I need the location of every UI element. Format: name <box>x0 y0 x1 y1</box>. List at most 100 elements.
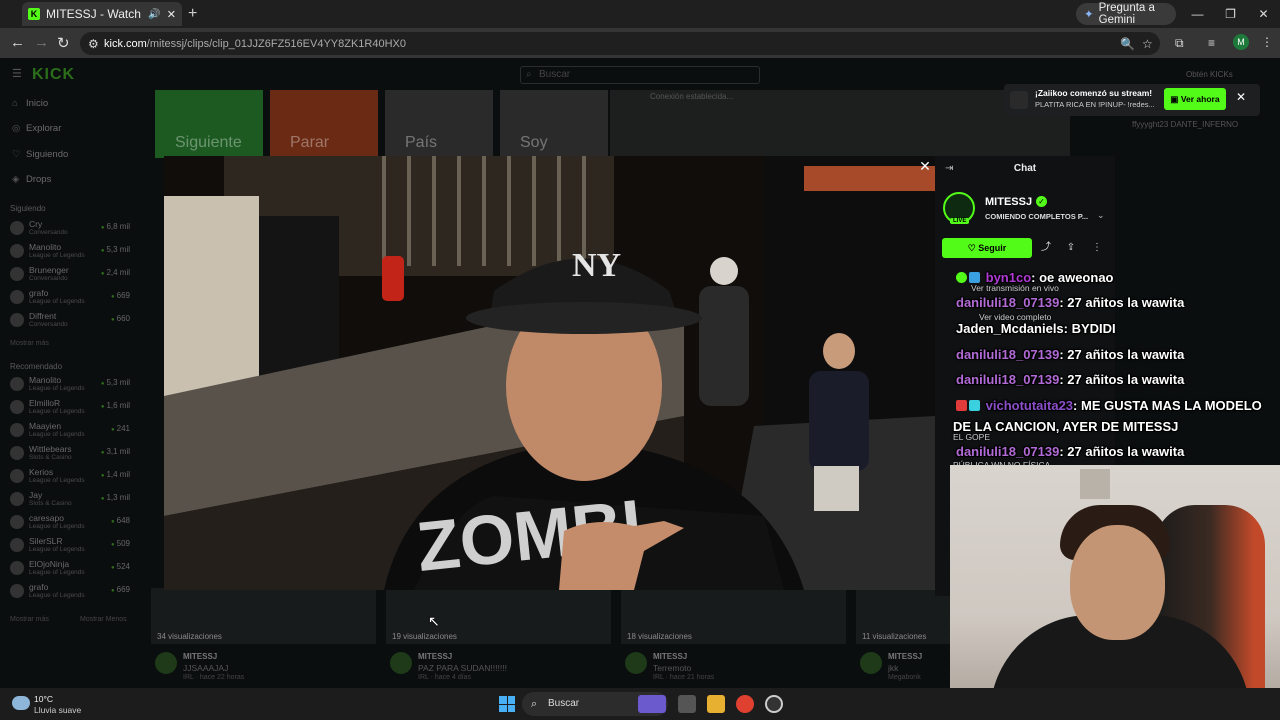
channel-row[interactable]: KeriosLeague of Legends 1,4 mil <box>10 466 130 486</box>
windows-start-icon[interactable] <box>499 696 515 712</box>
address-bar[interactable]: ⚙ kick.com/mitessj/clips/clip_01JJZ6FZ51… <box>80 32 1160 55</box>
app-icon[interactable] <box>765 695 783 713</box>
browser-tab[interactable]: K MITESSJ - Watch clips on Ki 🔊 ✕ <box>22 2 182 26</box>
chat-username[interactable]: daniluli18_07139 <box>956 295 1059 310</box>
channel-row[interactable]: ManolitoLeague of Legends 5,3 mil <box>10 241 130 261</box>
channel-row[interactable]: JaySlots & Casino 1,3 mil <box>10 489 130 509</box>
notification-title: ¡Zaiikoo comenzó su stream! <box>1035 88 1153 98</box>
new-tab-button[interactable]: + <box>188 5 197 23</box>
live-badge: LIVE <box>950 218 970 224</box>
clip-card[interactable]: 34 visualizaciones MITESSJ JJSAAAJAJ IRL… <box>151 588 376 688</box>
channel-row[interactable]: grafoLeague of Legends 669 <box>10 287 130 307</box>
weather-icon[interactable] <box>12 696 30 710</box>
tab-close-icon[interactable]: ✕ <box>167 8 176 21</box>
weather-temp[interactable]: 10°C <box>34 694 53 704</box>
nav-siguiendo[interactable]: ♡ Siguiendo <box>12 149 68 160</box>
file-explorer-icon[interactable] <box>707 695 725 713</box>
profile-avatar[interactable]: M <box>1233 34 1249 50</box>
clip-channel[interactable]: MITESSJ <box>888 652 922 661</box>
channel-row[interactable]: CryConversando 6,8 mil <box>10 218 130 238</box>
person-face <box>1070 525 1165 640</box>
clip-channel[interactable]: MITESSJ <box>183 652 217 661</box>
show-less-link[interactable]: Mostrar Menos <box>80 616 127 623</box>
menu-kebab-icon[interactable]: ⋮ <box>1261 35 1273 49</box>
channel-row[interactable]: caresapoLeague of Legends 648 <box>10 512 130 532</box>
chevron-down-icon[interactable]: ⌄ <box>1097 210 1105 221</box>
chat-username[interactable]: daniluli18_07139 <box>956 372 1059 387</box>
channel-row[interactable]: MaayienLeague of Legends 241 <box>10 420 130 440</box>
clip-title[interactable]: Terremoto <box>653 663 691 673</box>
task-view-icon[interactable] <box>678 695 696 713</box>
modal-close-icon[interactable]: ✕ <box>917 158 933 174</box>
weather-condition[interactable]: Lluvia suave <box>34 705 81 715</box>
clip-title[interactable]: PAZ PARA SUDAN!!!!!!! <box>418 663 507 673</box>
avatar[interactable] <box>860 652 882 674</box>
audio-icon[interactable]: 🔊 <box>148 9 160 20</box>
kick-logo[interactable]: KICK <box>32 66 75 84</box>
notification-close-icon[interactable]: ✕ <box>1236 90 1246 104</box>
forward-icon[interactable]: → <box>34 34 49 51</box>
clip-card[interactable]: 19 visualizaciones MITESSJ PAZ PARA SUDA… <box>386 588 611 688</box>
channel-row[interactable]: ManolitoLeague of Legends 5,3 mil <box>10 374 130 394</box>
chat-username[interactable]: daniluli18_07139 <box>956 347 1059 362</box>
channel-row[interactable]: grafoLeague of Legends 669 <box>10 581 130 601</box>
clip-channel[interactable]: MITESSJ <box>653 652 687 661</box>
media-icon[interactable]: ≡ <box>1208 36 1215 50</box>
channel-game: Conversando <box>29 321 68 328</box>
chat-title: Chat <box>1013 163 1037 174</box>
avatar[interactable] <box>155 652 177 674</box>
window-close-button[interactable]: ✕ <box>1247 0 1280 28</box>
clip-title[interactable]: jkk <box>888 663 898 673</box>
chrome-icon[interactable] <box>736 695 754 713</box>
channel-row[interactable]: BrunengerConversando 2,4 mil <box>10 264 130 284</box>
clip-meta: IRL · hace 21 horas <box>653 674 715 681</box>
channel-row[interactable]: WittlebearsSlots & Casino 3,1 mil <box>10 443 130 463</box>
get-kicks-button[interactable]: Obtén KICKs <box>1186 70 1233 79</box>
upload-icon[interactable]: ⇪ <box>1061 238 1081 258</box>
viewer-count: 3,1 mil <box>101 447 130 456</box>
nav-inicio[interactable]: ⌂ Inicio <box>12 98 48 109</box>
site-info-icon[interactable]: ⚙ <box>88 37 99 51</box>
channel-row[interactable]: SilerSLRLeague of Legends 509 <box>10 535 130 555</box>
show-more-link[interactable]: Mostrar más <box>10 340 49 347</box>
channel-row[interactable]: ElOjoNinjaLeague of Legends 524 <box>10 558 130 578</box>
clip-channel[interactable]: MITESSJ <box>418 652 452 661</box>
more-options-icon[interactable]: ⋮ <box>1087 238 1107 258</box>
search-highlight-icon[interactable] <box>638 695 666 713</box>
minimize-button[interactable]: — <box>1181 0 1214 28</box>
show-more-link[interactable]: Mostrar más <box>10 616 49 623</box>
chat-username[interactable]: Jaden_Mcdaniels <box>956 321 1064 336</box>
follow-button[interactable]: ♡ Seguir <box>942 238 1032 258</box>
live-link[interactable]: Ver transmisión en vivo <box>971 283 1059 293</box>
extensions-icon[interactable]: ⧉ <box>1175 36 1184 51</box>
back-icon[interactable]: ← <box>10 34 25 51</box>
channel-game: League of Legends <box>29 385 85 392</box>
streamer-name[interactable]: MITESSJ <box>985 196 1032 208</box>
clip-video-player[interactable]: NY ZOMBI <box>164 156 935 590</box>
share-icon[interactable]: ⤴ <box>1036 238 1056 258</box>
maximize-button[interactable]: ❐ <box>1214 0 1247 28</box>
verified-icon: ✓ <box>1036 196 1047 207</box>
collapse-chat-icon[interactable]: ⇥ <box>945 156 953 182</box>
avatar[interactable] <box>625 652 647 674</box>
bookmark-star-icon[interactable]: ☆ <box>1142 37 1153 51</box>
chat-username[interactable]: daniluli18_07139 <box>956 444 1059 459</box>
channel-row[interactable]: ElmilloRLeague of Legends 1,6 mil <box>10 397 130 417</box>
nav-drops[interactable]: ◈ Drops <box>12 174 51 185</box>
clip-card[interactable]: 18 visualizaciones MITESSJ Terremoto IRL… <box>621 588 846 688</box>
clip-views: 11 visualizaciones <box>862 632 927 641</box>
top-search-input[interactable]: ⌕ Buscar <box>520 66 760 84</box>
clip-title[interactable]: JJSAAAJAJ <box>183 663 228 673</box>
chat-username[interactable]: vichotutaita23 <box>986 398 1073 413</box>
hamburger-icon[interactable]: ☰ <box>12 67 22 80</box>
gemini-button[interactable]: ✦ Pregunta a Gemini <box>1076 2 1176 26</box>
zoom-icon[interactable]: 🔍 <box>1120 37 1135 51</box>
avatar[interactable] <box>390 652 412 674</box>
clip-card[interactable]: 11 visualizaciones MITESSJ jkk Megabonk <box>856 588 950 688</box>
watch-now-label: Ver ahora <box>1180 94 1220 104</box>
avatar <box>10 313 24 327</box>
channel-row[interactable]: DiffrentConversando 660 <box>10 310 130 330</box>
watch-now-button[interactable]: ▣ Ver ahora <box>1164 88 1226 110</box>
reload-icon[interactable]: ↻ <box>57 34 70 52</box>
nav-explorar[interactable]: ◎ Explorar <box>12 123 61 134</box>
